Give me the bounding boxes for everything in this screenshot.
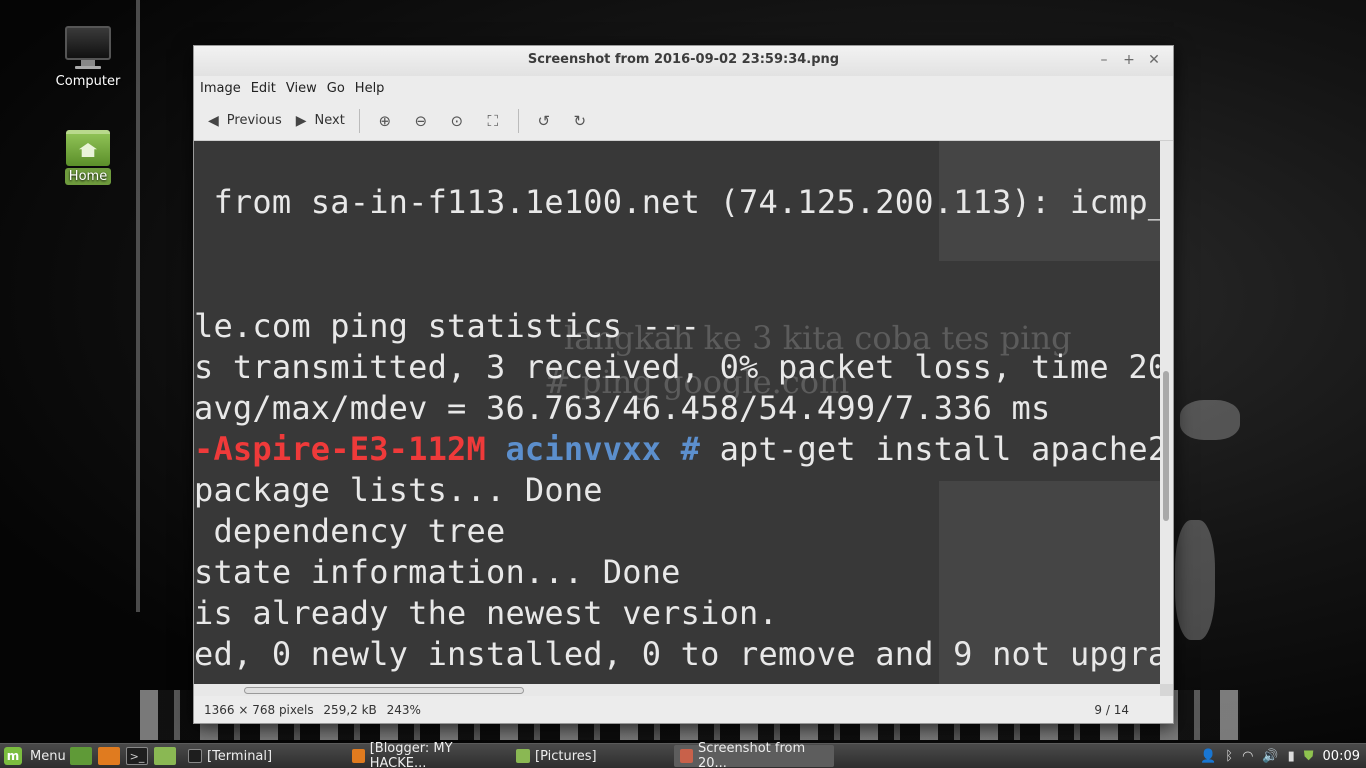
terminal-line: package lists... Done xyxy=(194,471,603,509)
toolbar-separator xyxy=(358,108,360,133)
terminal-icon[interactable]: >_ xyxy=(126,747,148,765)
firefox-icon[interactable] xyxy=(98,747,120,765)
zoom-normal-icon[interactable]: ⊙ xyxy=(446,110,468,132)
taskbar: m Menu >_ [Terminal] [Blogger: MY HACKE.… xyxy=(0,741,1366,768)
terminal-line: from sa-in-f113.1e100.net (74.125.200.11… xyxy=(194,183,1160,221)
zoom-fit-icon[interactable]: ⛶ xyxy=(482,110,504,132)
image-viewer-icon xyxy=(680,749,693,763)
terminal-line: ed, 0 newly installed, 0 to remove and 9… xyxy=(194,635,1160,673)
bluetooth-icon[interactable]: ᛒ xyxy=(1225,749,1233,764)
volume-icon[interactable]: 🔊 xyxy=(1262,749,1278,764)
rotate-left-icon[interactable]: ↺ xyxy=(533,110,555,132)
terminal-line: dependency tree xyxy=(194,512,506,550)
image-dimensions: 1366 × 768 pixels xyxy=(204,702,314,717)
start-menu-button[interactable]: m Menu xyxy=(0,747,70,765)
image-filesize: 259,2 kB xyxy=(323,702,377,717)
system-tray: 👤 ᛒ ◠ 🔊 ▮ ⛊ 00:09 xyxy=(1200,744,1366,768)
toolbar-separator xyxy=(517,108,519,133)
horizontal-scrollbar[interactable] xyxy=(194,684,1160,696)
wallpaper-splat xyxy=(1175,520,1215,640)
image-viewer-window: Screenshot from 2016-09-02 23:59:34.png … xyxy=(193,45,1174,724)
menu-go[interactable]: Go xyxy=(327,81,345,96)
rotate-right-icon[interactable]: ↻ xyxy=(569,110,591,132)
terminal-icon xyxy=(188,749,202,763)
terminal-line: state information... Done xyxy=(194,553,681,591)
task-image-viewer[interactable]: Screenshot from 20... xyxy=(674,741,834,768)
task-blogger[interactable]: [Blogger: MY HACKE... xyxy=(346,741,506,768)
prompt-command: apt-get install apache2 xyxy=(700,430,1160,468)
wallpaper-splat xyxy=(1180,400,1240,440)
task-pictures[interactable]: [Pictures] xyxy=(510,745,670,767)
maximize-button[interactable]: + xyxy=(1118,46,1140,74)
show-desktop-icon[interactable] xyxy=(70,747,92,765)
image-counter: 9 / 14 xyxy=(1094,702,1129,717)
zoom-level: 243% xyxy=(386,702,421,717)
zoom-out-icon[interactable]: ⊖ xyxy=(410,110,432,132)
arrow-right-icon: ▶ xyxy=(295,112,307,129)
terminal-line: s transmitted, 3 received, 0% packet los… xyxy=(194,348,1160,386)
minimize-button[interactable]: – xyxy=(1093,46,1115,74)
window-titlebar[interactable]: Screenshot from 2016-09-02 23:59:34.png … xyxy=(194,46,1173,76)
terminal-line: le.com ping statistics --- xyxy=(194,307,701,345)
terminal-prompt-line: -Aspire-E3-112M acinvvxx # apt-get insta… xyxy=(194,430,1160,468)
arrow-left-icon: ◀ xyxy=(208,112,219,129)
window-title: Screenshot from 2016-09-02 23:59:34.png xyxy=(527,52,840,67)
mint-logo-icon: m xyxy=(4,747,22,765)
updates-shield-icon[interactable]: ⛊ xyxy=(1304,749,1314,764)
menu-help[interactable]: Help xyxy=(355,81,385,96)
prompt-host: -Aspire-E3-112M xyxy=(194,430,486,468)
clock[interactable]: 00:09 xyxy=(1323,749,1360,764)
menu-image[interactable]: Image xyxy=(200,81,241,96)
start-menu-label: Menu xyxy=(30,748,66,764)
zoom-in-icon[interactable]: ⊕ xyxy=(374,110,396,132)
menu-view[interactable]: View xyxy=(286,81,317,96)
files-icon[interactable] xyxy=(154,747,176,765)
scrollbar-thumb[interactable] xyxy=(244,687,524,694)
user-icon[interactable]: 👤 xyxy=(1200,749,1216,764)
scrollbar-thumb[interactable] xyxy=(1163,371,1169,521)
menubar: Image Edit View Go Help xyxy=(194,76,1173,101)
desktop-icon-home[interactable]: Home xyxy=(43,130,133,185)
folder-icon xyxy=(516,749,530,763)
menu-edit[interactable]: Edit xyxy=(251,81,276,96)
terminal-line: avg/max/mdev = 36.763/46.458/54.499/7.33… xyxy=(194,389,1051,427)
vertical-scrollbar[interactable] xyxy=(1160,141,1173,684)
desktop-icon-label: Computer xyxy=(55,74,121,89)
home-folder-icon xyxy=(66,130,110,166)
desktop-icon-label: Home xyxy=(64,168,112,185)
battery-icon[interactable]: ▮ xyxy=(1288,749,1295,764)
terminal-line: is already the newest version. xyxy=(194,594,778,632)
desktop-icon-computer[interactable]: Computer xyxy=(43,26,133,90)
wallpaper-stripe xyxy=(136,0,140,612)
statusbar: 1366 × 768 pixels 259,2 kB 243% 9 / 14 xyxy=(194,696,1173,723)
prompt-dir: acinvvxx xyxy=(485,430,662,468)
next-button[interactable]: ▶ Next xyxy=(296,107,345,135)
prompt-hash: # xyxy=(661,430,701,468)
toolbar: ◀ Previous ▶ Next ⊕ ⊖ ⊙ ⛶ ↺ ↻ xyxy=(194,101,1173,141)
wifi-icon[interactable]: ◠ xyxy=(1242,749,1253,764)
image-canvas[interactable]: langkah ke 3 kita coba tes ping # ping g… xyxy=(194,141,1160,684)
close-button[interactable]: ✕ xyxy=(1143,46,1165,74)
previous-button[interactable]: ◀ Previous xyxy=(208,107,282,135)
computer-icon xyxy=(65,26,111,60)
task-terminal[interactable]: [Terminal] xyxy=(182,745,342,767)
firefox-icon xyxy=(352,749,365,763)
